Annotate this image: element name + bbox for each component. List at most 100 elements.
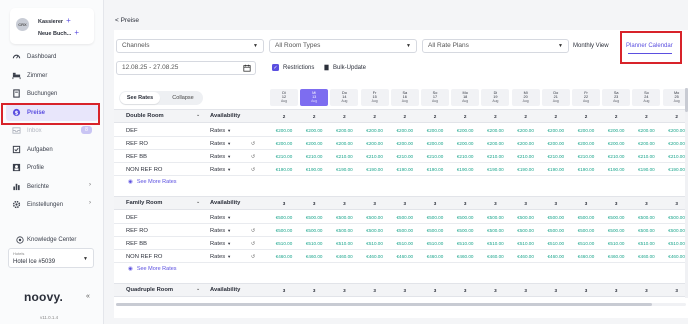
rate-cell[interactable]: €500.00 [390,228,420,233]
availability-cell[interactable]: 3 [360,201,390,206]
rate-cell[interactable]: €500.00 [631,228,661,233]
rates-dropdown[interactable]: Rates ▼ [210,167,231,173]
horizontal-scrollbar[interactable] [116,303,686,306]
rate-cell[interactable]: €500.00 [299,215,329,220]
sidebar-item-profile[interactable]: Profile [6,159,98,176]
rates-dropdown[interactable]: Rates ▼ [210,215,231,221]
collapse-sidebar-icon[interactable]: « [86,293,90,300]
rate-cell[interactable]: €200.00 [329,128,359,133]
rate-cell[interactable]: €200.00 [480,141,510,146]
availability-cell[interactable]: 3 [269,288,299,293]
rate-cell[interactable]: €460.00 [299,254,329,259]
knowledge-center-link[interactable]: Knowledge Center [16,236,76,244]
rate-cell[interactable]: €200.00 [390,128,420,133]
history-icon[interactable]: ↺ [251,228,255,234]
history-icon[interactable]: ↺ [251,167,255,173]
rates-dropdown[interactable]: Rates ▼ [210,128,231,134]
sidebar-item-zimmer[interactable]: Zimmer [6,67,98,84]
rate-cell[interactable]: €200.00 [511,128,541,133]
rate-cell[interactable]: €190.00 [511,167,541,172]
availability-cell[interactable]: 2 [360,114,390,119]
back-link[interactable]: < Preise [115,17,139,24]
rates-dropdown[interactable]: Rates ▼ [210,154,231,160]
add-icon[interactable]: + [66,16,71,25]
rate-cell[interactable]: €460.00 [631,254,661,259]
rate-cell[interactable]: €200.00 [631,128,661,133]
availability-cell[interactable]: 2 [269,114,299,119]
availability-cell[interactable]: 3 [511,201,541,206]
availability-cell[interactable]: 2 [480,114,510,119]
rate-cell[interactable]: €210.00 [631,154,661,159]
availability-cell[interactable]: 2 [329,114,359,119]
rate-cell[interactable]: €200.00 [360,128,390,133]
rate-cell[interactable]: €200.00 [299,141,329,146]
rate-cell[interactable]: €510.00 [511,241,541,246]
bulk-update-button[interactable]: Bulk-Update [323,64,366,71]
rate-cell[interactable]: €460.00 [420,254,450,259]
availability-cell[interactable]: 3 [390,288,420,293]
rate-cell[interactable]: €500.00 [571,215,601,220]
channels-select[interactable]: Channels ▼ [116,39,264,53]
rate-cell[interactable]: €500.00 [329,215,359,220]
rate-cell[interactable]: €200.00 [360,141,390,146]
rate-cell[interactable]: €510.00 [480,241,510,246]
rate-cell[interactable]: €210.00 [480,154,510,159]
rate-cell[interactable]: €460.00 [360,254,390,259]
rates-dropdown[interactable]: Rates ▼ [210,228,231,234]
availability-cell[interactable]: 3 [631,288,661,293]
rate-cell[interactable]: €200.00 [571,128,601,133]
hotel-select[interactable]: Hotels Hotel Ice #5039 ▼ [8,248,94,268]
sidebar-item-dashboard[interactable]: Dashboard [6,48,98,65]
availability-cell[interactable]: 3 [360,288,390,293]
rate-cell[interactable]: €210.00 [299,154,329,159]
availability-cell[interactable]: 2 [420,114,450,119]
date-range-input[interactable]: 12.08.25 - 27.08.25 [116,61,256,75]
rate-cell[interactable]: €210.00 [420,154,450,159]
rate-cell[interactable]: €210.00 [601,154,631,159]
chevron-down-icon[interactable]: ⌄ [196,199,200,205]
rate-cell[interactable]: €190.00 [571,167,601,172]
availability-cell[interactable]: 3 [601,201,631,206]
rate-cell[interactable]: €500.00 [269,215,299,220]
rate-cell[interactable]: €200.00 [329,141,359,146]
chevron-down-icon[interactable]: ⌄ [196,286,200,292]
rate-cell[interactable]: €510.00 [360,241,390,246]
availability-cell[interactable]: 3 [541,201,571,206]
rate-cell[interactable]: €510.00 [299,241,329,246]
rate-cell[interactable]: €460.00 [450,254,480,259]
availability-cell[interactable]: 3 [420,201,450,206]
rate-cell[interactable]: €190.00 [329,167,359,172]
rate-cell[interactable]: €500.00 [269,228,299,233]
rate-cell[interactable]: €510.00 [269,241,299,246]
rate-cell[interactable]: €200.00 [269,128,299,133]
rate-cell[interactable]: €460.00 [480,254,510,259]
availability-cell[interactable]: 3 [450,288,480,293]
availability-cell[interactable]: 3 [571,288,601,293]
history-icon[interactable]: ↺ [251,141,255,147]
rate-cell[interactable]: €500.00 [420,228,450,233]
rate-cell[interactable]: €460.00 [601,254,631,259]
rate-cell[interactable]: €510.00 [329,241,359,246]
rate-cell[interactable]: €510.00 [571,241,601,246]
see-more-rates-link[interactable]: ◉ See More Rates [128,266,177,272]
rate-cell[interactable]: €210.00 [571,154,601,159]
availability-cell[interactable]: 3 [390,201,420,206]
rate-cell[interactable]: €200.00 [299,128,329,133]
availability-cell[interactable]: 2 [511,114,541,119]
rate-cell[interactable]: €190.00 [269,167,299,172]
availability-cell[interactable]: 2 [390,114,420,119]
rate-cell[interactable]: €500.00 [631,215,661,220]
rate-cell[interactable]: €210.00 [269,154,299,159]
chevron-down-icon[interactable]: ⌄ [196,112,200,118]
sidebar-item-aufgaben[interactable]: Aufgaben [6,141,98,158]
rate-cell[interactable]: €460.00 [269,254,299,259]
rate-cell[interactable]: €200.00 [571,141,601,146]
user-card[interactable]: CRX Kassierer + Neue Buch... + [10,8,94,44]
rate-cell[interactable]: €460.00 [571,254,601,259]
rate-cell[interactable]: €500.00 [541,215,571,220]
availability-cell[interactable]: 2 [631,114,661,119]
rate-cell[interactable]: €460.00 [541,254,571,259]
rate-cell[interactable]: €190.00 [450,167,480,172]
history-icon[interactable]: ↺ [251,241,255,247]
availability-cell[interactable]: 3 [631,201,661,206]
